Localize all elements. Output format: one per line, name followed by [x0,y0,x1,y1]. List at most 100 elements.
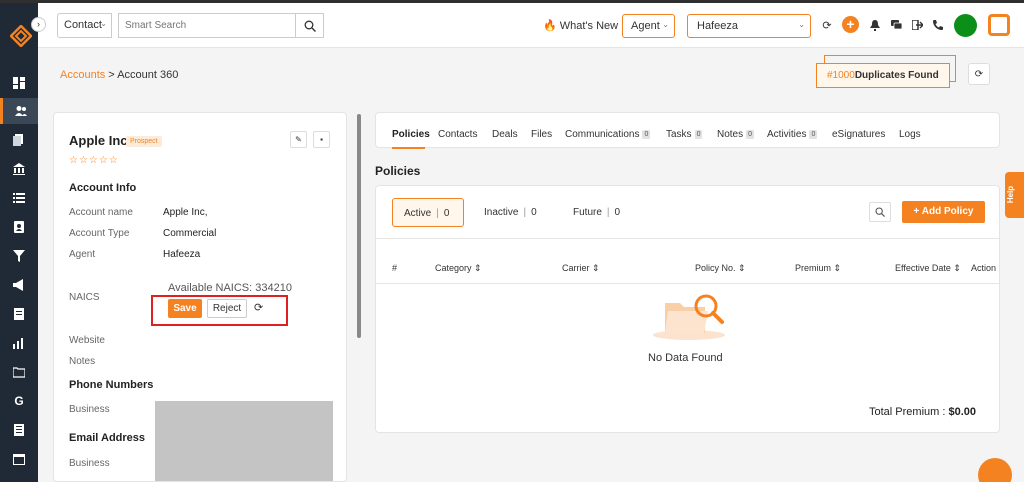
naics-label: NAICS [69,292,100,303]
breadcrumb: Accounts > Account 360 [60,69,179,81]
nav-table-icon[interactable] [0,417,38,443]
empty-state-text: No Data Found [648,352,723,364]
column-header-effective-date[interactable]: Effective Date ⇕ [895,263,961,274]
tab-count-badge: 0 [642,130,651,139]
empty-folder-search-icon [653,294,725,340]
nav-institution-icon[interactable] [0,156,38,182]
field-label: Account Type [69,228,130,239]
tab-notes[interactable]: Notes 0 [717,129,755,140]
filter-inactive[interactable]: Inactive | 0 [473,198,553,227]
brand-logo-icon[interactable] [10,25,32,47]
reset-icon[interactable]: ⟳ [254,301,263,314]
website-label: Website [69,335,105,346]
nav-documents-icon[interactable] [0,127,38,153]
bell-icon[interactable] [868,18,882,32]
status-badge: Prospect [126,136,162,147]
nav-filter-icon[interactable] [0,243,38,269]
trash-icon: ▪ [320,135,323,144]
tab-policies[interactable]: Policies [392,129,430,140]
nav-calendar-icon[interactable] [0,446,38,472]
nav-report-icon[interactable] [0,301,38,327]
add-policy-button[interactable]: + Add Policy [902,201,985,223]
delete-account-button[interactable]: ▪ [313,131,330,148]
chevron-down-icon: ⌄ [798,20,805,29]
flame-icon: 🔥 [543,20,557,32]
active-tab-indicator [392,147,425,149]
column-header-carrier[interactable]: Carrier ⇕ [562,263,600,274]
column-header-category[interactable]: Category ⇕ [435,263,482,274]
tab-esignatures[interactable]: eSignatures [832,129,885,140]
account-info-heading: Account Info [69,182,137,194]
whats-new-link[interactable]: 🔥 What's New [543,19,618,32]
tab-activities[interactable]: Activities 0 [767,129,818,140]
tab-count-badge: 0 [746,130,755,139]
tab-count-badge: 0 [809,130,818,139]
email-address-heading: Email Address [69,432,146,444]
account-tabs: Policies Contacts Deals Files Communicat… [375,112,1000,149]
policy-search-button[interactable] [869,202,891,222]
policies-panel: Active | 0 Inactive | 0 Future | 0 + Add Polic… [375,185,1000,433]
breadcrumb-accounts-link[interactable]: Accounts [60,69,105,81]
column-header-policy-no[interactable]: Policy No. ⇕ [695,263,746,274]
sidebar-collapse-button[interactable]: › [31,17,46,32]
tab-files[interactable]: Files [531,129,552,140]
nav-list-icon[interactable] [0,185,38,211]
filter-active[interactable]: Active | 0 [392,198,464,227]
nav-accounts-icon[interactable] [0,98,38,124]
divider [376,238,999,239]
divider [376,283,999,284]
field-label: Account name [69,207,133,218]
phone-business-label: Business [69,404,110,415]
avatar[interactable] [954,14,977,37]
refresh-button[interactable]: ⟳ [968,63,990,85]
logout-icon[interactable] [910,18,924,32]
left-panel-scrollbar[interactable] [357,114,361,338]
nav-google-icon[interactable]: G [0,388,38,414]
redacted-area [155,401,333,481]
chevron-down-icon: ⌄ [100,19,107,28]
contact-type-select[interactable]: Contact ⌄ [57,13,112,38]
phone-icon[interactable] [931,18,945,32]
user-select[interactable]: Hafeeza ⌄ [687,14,811,38]
pencil-icon: ✎ [295,135,302,144]
sync-icon[interactable]: ⟳ [820,18,834,32]
column-header: # [392,263,398,273]
phone-numbers-heading: Phone Numbers [69,379,154,391]
search-icon [875,207,885,217]
nav-folder-icon[interactable] [0,359,38,385]
tab-logs[interactable]: Logs [899,129,921,140]
reject-button[interactable]: Reject [207,299,247,318]
chevron-down-icon: ⌄ [662,20,669,29]
breadcrumb-current: Account 360 [117,69,179,81]
nav-dashboard-icon[interactable] [0,70,38,96]
account-details-card: Apple Inc, Prospect ☆☆☆☆☆ ✎ ▪ Account In… [53,112,347,482]
chat-icon[interactable] [889,18,903,32]
nav-megaphone-icon[interactable] [0,272,38,298]
column-header-premium[interactable]: Premium ⇕ [795,263,841,274]
help-tab[interactable]: Help [1005,172,1024,218]
role-select[interactable]: Agent ⌄ [622,14,675,38]
rating-stars[interactable]: ☆☆☆☆☆ [69,155,119,166]
email-business-label: Business [69,458,110,469]
tab-communications[interactable]: Communications 0 [565,129,651,140]
smart-search-input[interactable] [118,13,296,38]
naics-hint: Available NAICS: 334210 [168,282,292,294]
top-header: Contact⌄ 🔥 What's New Agent⌄ Hafeeza⌄ ⟳ … [38,3,1024,48]
app-switcher-icon[interactable] [988,14,1010,36]
nav-analytics-icon[interactable] [0,330,38,356]
tab-tasks[interactable]: Tasks 0 [666,129,703,140]
nav-contact-card-icon[interactable] [0,214,38,240]
filter-future[interactable]: Future | 0 [562,198,642,227]
chat-widget-button[interactable] [978,458,1012,482]
column-header-action: Action [971,263,997,273]
notes-label: Notes [69,356,96,367]
tab-contacts[interactable]: Contacts [438,129,477,140]
quick-add-button[interactable]: + [842,16,859,33]
tab-deals[interactable]: Deals [492,129,518,140]
save-button[interactable]: Save [168,299,202,318]
duplicates-found-button[interactable]: #1000Duplicates Found [816,63,950,88]
field-value: Commercial [163,228,217,239]
edit-account-button[interactable]: ✎ [290,131,307,148]
account-name-title: Apple Inc, [69,133,132,148]
search-button[interactable] [296,13,324,38]
